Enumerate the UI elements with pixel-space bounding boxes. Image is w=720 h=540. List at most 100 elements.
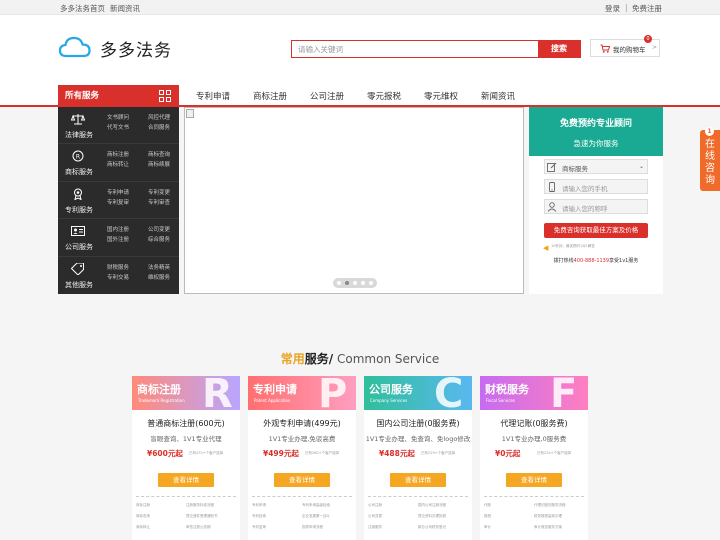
side-row-company[interactable]: 公司服务 国内注册 公司变更 国外注册 综合服务 [58,219,179,257]
card-line-text[interactable]: 代理记账的服务流程 [534,503,566,508]
chevron-down-icon: ⌄ [638,163,644,170]
nav-item-patent[interactable]: 专利申请 [196,90,230,102]
divider [484,496,584,497]
side-link[interactable]: 专利审查 [148,198,170,206]
tag-icon [71,262,84,275]
card-sold-count: 已有234+个客户选择 [537,451,572,455]
card-line-label: 代账 [484,503,491,507]
side-link[interactable]: 专利复审 [107,198,129,206]
service-card-company[interactable]: C 公司服务 Company Services 国内公司注册(0服务费) 1V1… [364,376,472,540]
consult-note: 10秒钟，最优顾问1对1解答 [551,244,595,248]
card-line-label: 公司注册 [368,503,382,507]
card-line-text[interactable]: 企业发展第一战斗 [302,514,330,519]
card-letter: R [202,376,233,410]
card-description: 1V1专业办理、免查询、免logo修改 [365,435,471,443]
all-services-menu[interactable]: 所有服务 [58,85,179,107]
side-link[interactable]: 专利变更 [148,188,170,196]
section-title-highlight: 常用 [280,352,305,366]
view-details-button[interactable]: 查看详情 [274,473,330,487]
nav-item-rights[interactable]: 零元维权 [424,90,458,102]
card-line-text[interactable]: 国内公司注册流程 [418,503,446,508]
news-link[interactable]: 新闻资讯 [110,3,140,14]
card-line-text[interactable]: 指导申请流程 [302,525,323,530]
home-link[interactable]: 多多法务首页 [60,3,105,14]
side-link[interactable]: 商标注册 [107,150,129,158]
card-line-text[interactable]: 提交资料办理执照 [418,514,446,519]
scales-icon [71,114,85,125]
side-link[interactable]: 维权服务 [148,273,170,281]
nav-item-tax[interactable]: 零元报税 [367,90,401,102]
cloud-logo-icon[interactable] [58,35,92,59]
card-sold-count: 已有280+个客户选择 [305,451,340,455]
search-button[interactable]: 搜索 [538,41,580,57]
carousel-dot[interactable] [337,281,341,285]
service-card-fiscal[interactable]: F 财税服务 Fiscal Services 代理记账(0服务费) 1V1专业办… [480,376,588,540]
side-link[interactable]: 国外注册 [107,235,129,243]
card-line-text[interactable]: 新办公司税务登记 [418,525,446,530]
register-link[interactable]: 免费注册 [632,3,662,14]
card-header: C 公司服务 Company Services [364,376,472,410]
side-link[interactable]: 商标查询 [148,150,170,158]
card-line-text[interactable]: 提交递件受理通知书 [186,514,218,519]
nav-item-news[interactable]: 新闻资讯 [481,90,515,102]
online-consult-tab[interactable]: 1 在线咨询 [700,127,720,191]
service-card-patent[interactable]: P 专利申请 Patent Application 外观专利申请(499元) 1… [248,376,356,540]
section-title: 常用服务/ Common Service [0,350,720,367]
side-link[interactable]: 财税服务 [107,263,129,271]
side-link[interactable]: 风控代理 [148,113,170,121]
card-line-text[interactable]: 税务报税高效办理 [534,514,562,519]
carousel-dot[interactable] [369,281,373,285]
side-link[interactable]: 合同服务 [148,123,170,131]
side-link[interactable]: 文书顾问 [107,113,129,121]
hotline: 拨打热线400-888-1139享受1v1服务 [529,257,663,264]
side-row-patent[interactable]: 专利服务 专利申请 专利变更 专利复审 专利审查 [58,182,179,220]
nav-item-company[interactable]: 公司注册 [310,90,344,102]
search-input[interactable] [292,41,538,57]
logo-text[interactable]: 多多法务 [100,36,172,61]
service-select[interactable]: 商标服务 ⌄ [544,159,648,174]
side-link[interactable]: 专利申请 [107,188,129,196]
view-details-button[interactable]: 查看详情 [158,473,214,487]
side-link[interactable]: 商标转让 [107,160,129,168]
side-link[interactable]: 国内注册 [107,225,129,233]
card-letter: F [550,376,578,410]
hotline-number[interactable]: 400-888-1139 [574,258,609,264]
side-row-legal[interactable]: 法律服务 文书顾问 风控代理 代写文书 合同服务 [58,107,179,145]
carousel-dot[interactable] [353,281,357,285]
cart-icon [600,44,610,53]
banner-carousel[interactable] [184,107,524,294]
card-line-label: 商标转让 [136,525,150,529]
name-field[interactable]: 请输入您的称呼 [544,199,648,214]
name-placeholder: 请输入您的称呼 [562,205,608,213]
phone-field[interactable]: 请输入您的手机 [544,179,648,194]
nav-item-trademark[interactable]: 商标注册 [253,90,287,102]
card-sold-count: 已有470+个客户选择 [189,451,224,455]
side-row-other[interactable]: 其他服务 财税服务 法务精英 专利交易 维权服务 [58,257,179,294]
phone-placeholder: 请输入您的手机 [562,185,608,193]
card-line-text[interactable]: 专利申请高级检索 [302,503,330,508]
side-row-trademark[interactable]: R 商标服务 商标注册 商标查询 商标转让 商标续展 [58,144,179,182]
card-price: ¥488元起 [379,449,415,458]
side-link[interactable]: 法务精英 [148,263,170,271]
card-line-text[interactable]: 审查注册公告期 [186,525,211,530]
card-line-text[interactable]: 审计报告服务方案 [534,525,562,530]
card-title-en: Fiscal Services [486,398,516,403]
card-line-label: 注销服务 [368,525,382,529]
hotline-suffix: 享受1v1服务 [609,258,639,264]
cart-button[interactable]: 我的购物车 0 > [590,35,660,57]
carousel-dot[interactable] [361,281,365,285]
side-link[interactable]: 综合服务 [148,235,170,243]
view-details-button[interactable]: 查看详情 [390,473,446,487]
card-line-label: 审计 [484,525,491,529]
carousel-dot[interactable] [345,281,349,285]
free-consult-button[interactable]: 免费咨询获取最佳方案及价格 [544,223,648,238]
all-services-label: 所有服务 [65,91,100,101]
card-line-text[interactable]: 注册服务标准流程 [186,503,214,508]
side-link[interactable]: 代写文书 [107,123,129,131]
side-link[interactable]: 专利交易 [107,273,129,281]
side-link[interactable]: 商标续展 [148,160,170,168]
view-details-button[interactable]: 查看详情 [506,473,562,487]
service-card-trademark[interactable]: R 商标注册 Trademark Registration 普通商标注册(600… [132,376,240,540]
login-link[interactable]: 登录 [605,3,620,14]
side-link[interactable]: 公司变更 [148,225,170,233]
